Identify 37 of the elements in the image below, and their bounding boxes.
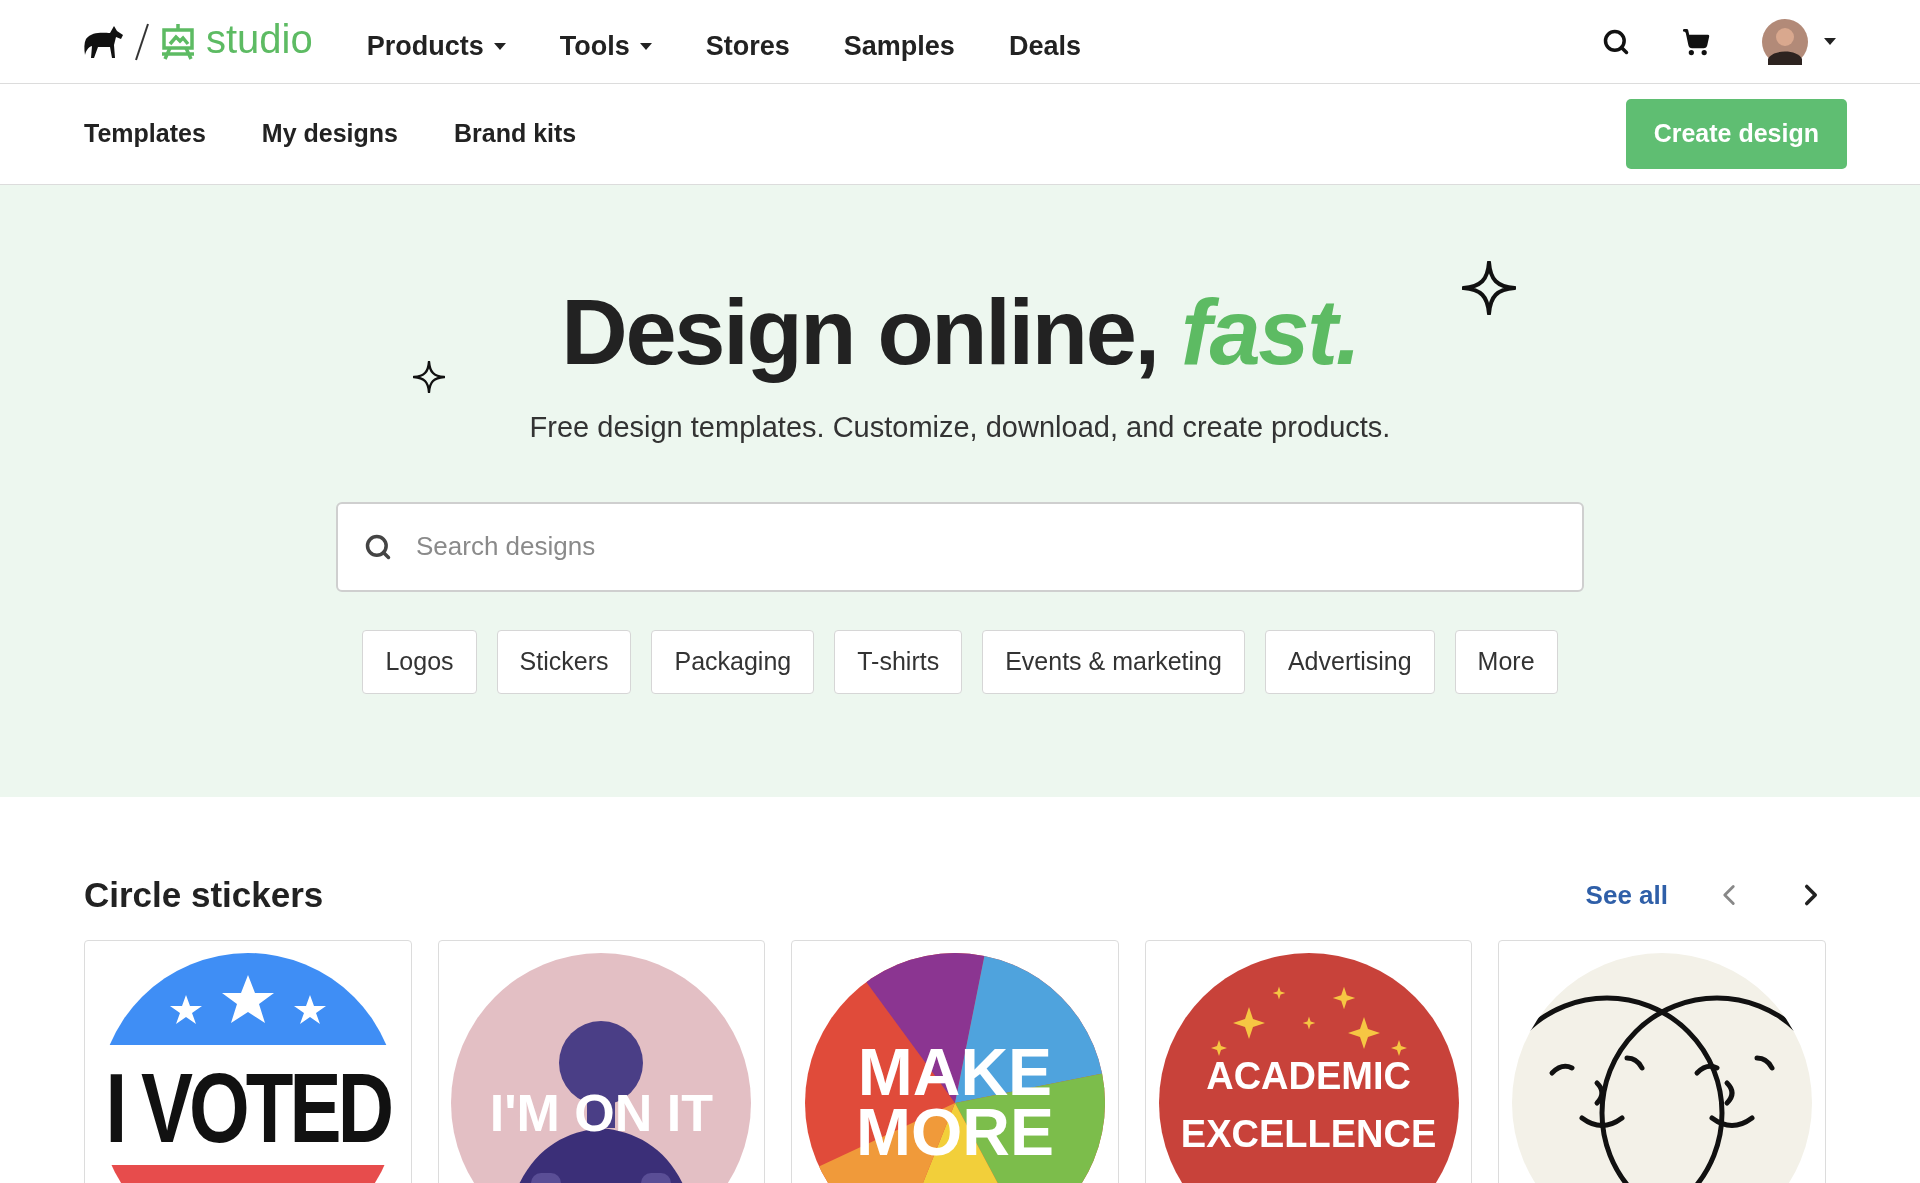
- horse-icon: [84, 24, 124, 59]
- hero-subtitle: Free design templates. Customize, download, and create products.: [529, 410, 1391, 445]
- category-chip[interactable]: T-shirts: [834, 629, 963, 694]
- subnav-link[interactable]: Templates: [84, 115, 206, 153]
- search-icon: [364, 532, 392, 561]
- account-menu-button[interactable]: [1762, 18, 1836, 65]
- category-chip[interactable]: Packaging: [651, 629, 815, 694]
- slash-divider-icon: [134, 21, 150, 62]
- search-field[interactable]: Search designs: [336, 501, 1584, 592]
- cart-icon[interactable]: [1682, 27, 1710, 56]
- see-all-link[interactable]: See all: [1585, 875, 1668, 915]
- subnav-link[interactable]: Brand kits: [453, 115, 577, 153]
- section-title: Circle stickers: [84, 874, 324, 916]
- category-chip[interactable]: Advertising: [1264, 629, 1435, 694]
- sticker-text: EXCELLENCE: [1180, 1111, 1437, 1157]
- nav-link[interactable]: Samples: [843, 26, 955, 67]
- sticker-text: ACADEMIC: [1206, 1054, 1411, 1100]
- subnav-link[interactable]: My designs: [261, 115, 398, 153]
- nav-link[interactable]: Stores: [705, 26, 790, 67]
- sticker-text: I VOTED: [105, 1051, 391, 1157]
- category-chip[interactable]: More: [1454, 629, 1558, 694]
- category-chip[interactable]: Stickers: [496, 629, 632, 694]
- nav-link[interactable]: Tools: [559, 26, 652, 67]
- sticker-card[interactable]: I VOTED: [84, 939, 412, 1183]
- search-icon[interactable]: [1602, 27, 1630, 56]
- avatar-icon: [1762, 18, 1808, 65]
- caret-icon: [1824, 38, 1836, 45]
- sparkle-icon: [1462, 261, 1516, 315]
- easel-icon: [160, 23, 196, 60]
- nav-link[interactable]: Deals: [1008, 26, 1081, 67]
- sparkle-icon: [413, 361, 445, 393]
- sticker-text: MAKE: [857, 1043, 1053, 1103]
- category-chip[interactable]: Logos: [362, 629, 477, 694]
- sticker-card[interactable]: ACADEMIC EXCELLENCE: [1144, 939, 1473, 1183]
- nav-link[interactable]: Products: [366, 26, 506, 67]
- hero-title: Design online, fast.: [561, 280, 1359, 385]
- category-chip[interactable]: Events & marketing: [982, 629, 1245, 694]
